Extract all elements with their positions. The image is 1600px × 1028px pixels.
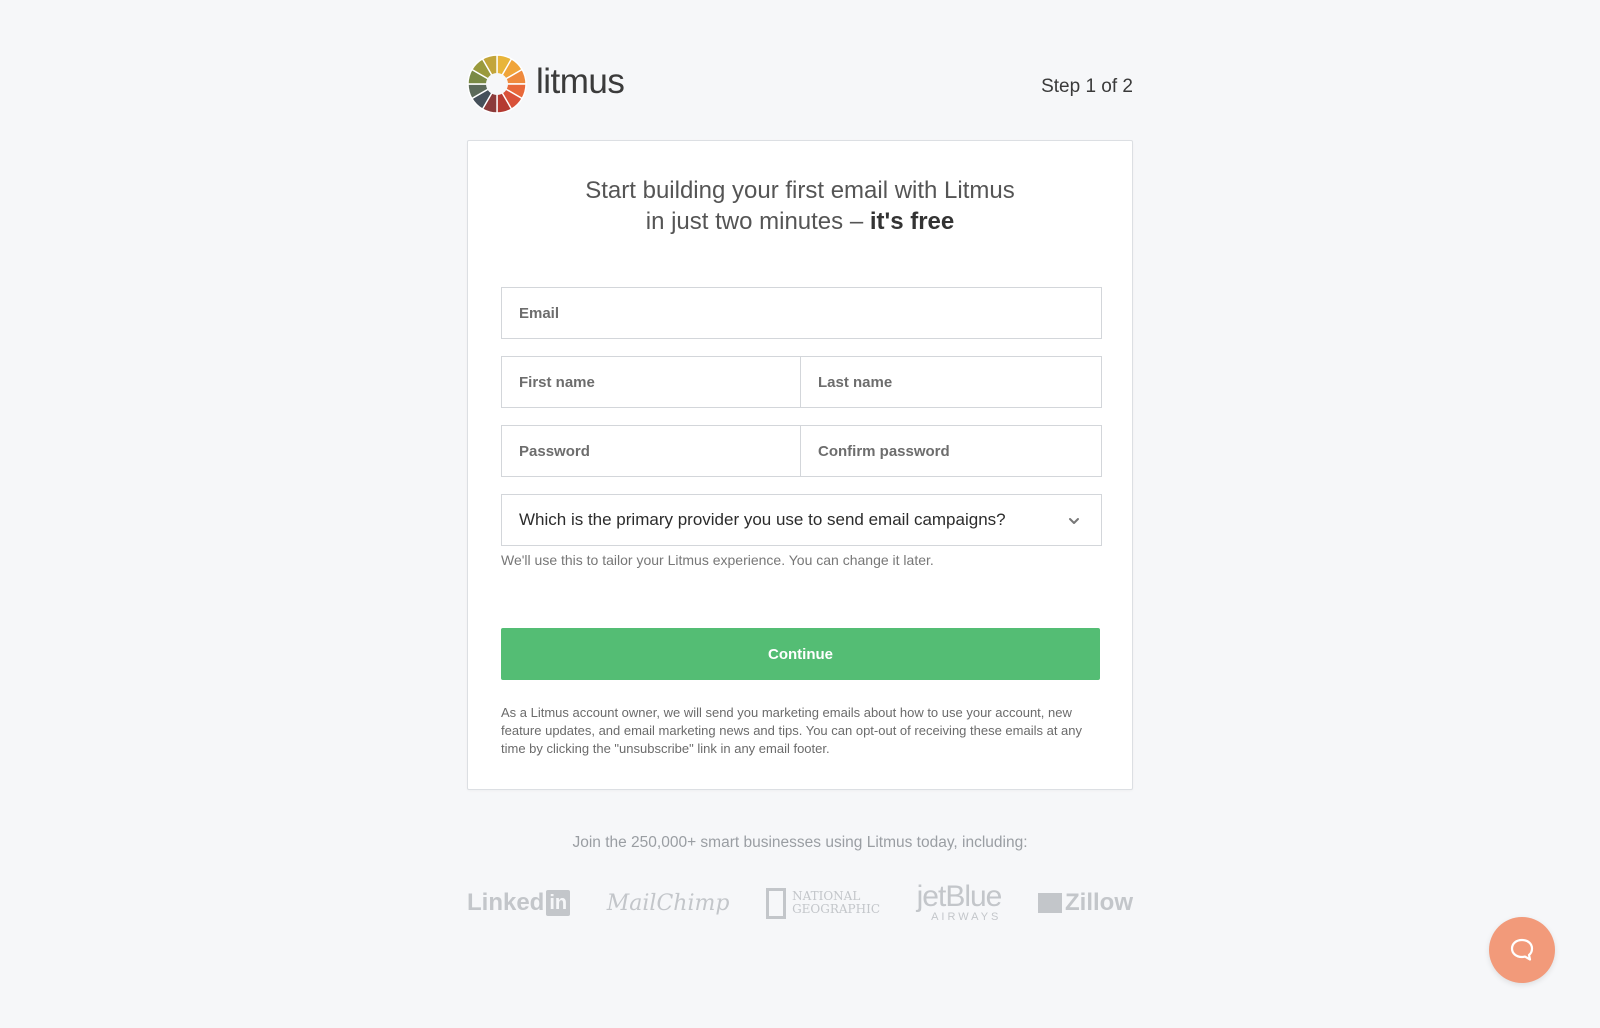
headline-emphasis: it's free [869, 208, 955, 235]
continue-button[interactable]: Continue [501, 628, 1100, 680]
customer-logos: Linked in MailChimp NATIONAL GEOGRAPHIC j… [467, 880, 1133, 926]
email-provider-select-value: Which is the primary provider you use to… [519, 510, 1006, 529]
jetblue-logo-text: jetBlue [916, 880, 1003, 913]
customers-intro-text: Join the 250,000+ smart businesses using… [572, 834, 1028, 851]
first-name-field[interactable] [519, 357, 800, 407]
signup-page: litmus Step 1 of 2 Start building your f… [467, 0, 1133, 923]
natgeo-line-2: GEOGRAPHIC [792, 902, 881, 916]
confirm-password-field[interactable] [818, 426, 1101, 476]
linkedin-logo-badge: in [546, 890, 571, 916]
litmus-wheel-logo-icon [467, 54, 527, 114]
linkedin-logo: Linked in [467, 889, 571, 917]
zillow-logo: Zillow [1038, 889, 1133, 917]
litmus-logo[interactable]: litmus [467, 54, 625, 114]
email-field-wrapper [501, 287, 1102, 339]
page-title: Start building your first email with Lit… [468, 175, 1132, 237]
signup-card: Start building your first email with Lit… [467, 140, 1133, 790]
headline-line-2: in just two minutes – it's free [468, 206, 1132, 237]
headline-line-1: Start building your first email with Lit… [585, 177, 1015, 204]
mailchimp-logo: MailChimp [606, 890, 730, 916]
password-field-wrapper [501, 425, 801, 477]
chevron-down-icon [1069, 518, 1079, 524]
jetblue-logo-subtext: AIRWAYS [931, 911, 1002, 923]
jetblue-logo: jetBlue AIRWAYS [916, 880, 1003, 924]
page-header: litmus Step 1 of 2 [467, 0, 1133, 140]
headline-line-2-text: in just two minutes – [645, 208, 864, 235]
step-indicator: Step 1 of 2 [1041, 76, 1133, 97]
confirm-password-field-wrapper [800, 425, 1102, 477]
chat-launcher-button[interactable] [1489, 917, 1555, 983]
provider-hint-text: We'll use this to tailor your Litmus exp… [501, 552, 934, 568]
zillow-mark-icon [1038, 893, 1062, 913]
email-field[interactable] [519, 288, 1101, 338]
natgeo-logo-text: NATIONAL GEOGRAPHIC [792, 890, 880, 916]
natgeo-frame-icon [766, 887, 787, 919]
linkedin-logo-text: Linked [467, 889, 545, 916]
last-name-field[interactable] [818, 357, 1101, 407]
national-geographic-logo: NATIONAL GEOGRAPHIC [766, 887, 880, 919]
last-name-field-wrapper [800, 356, 1102, 408]
natgeo-line-1: NATIONAL [792, 889, 861, 903]
first-name-field-wrapper [501, 356, 801, 408]
logo-wordmark: litmus [536, 62, 625, 101]
email-provider-select[interactable]: Which is the primary provider you use to… [501, 494, 1102, 546]
password-field[interactable] [519, 426, 800, 476]
marketing-disclaimer: As a Litmus account owner, we will send … [501, 705, 1083, 756]
chat-bubble-icon [1510, 938, 1534, 961]
zillow-logo-text: Zillow [1065, 889, 1133, 916]
